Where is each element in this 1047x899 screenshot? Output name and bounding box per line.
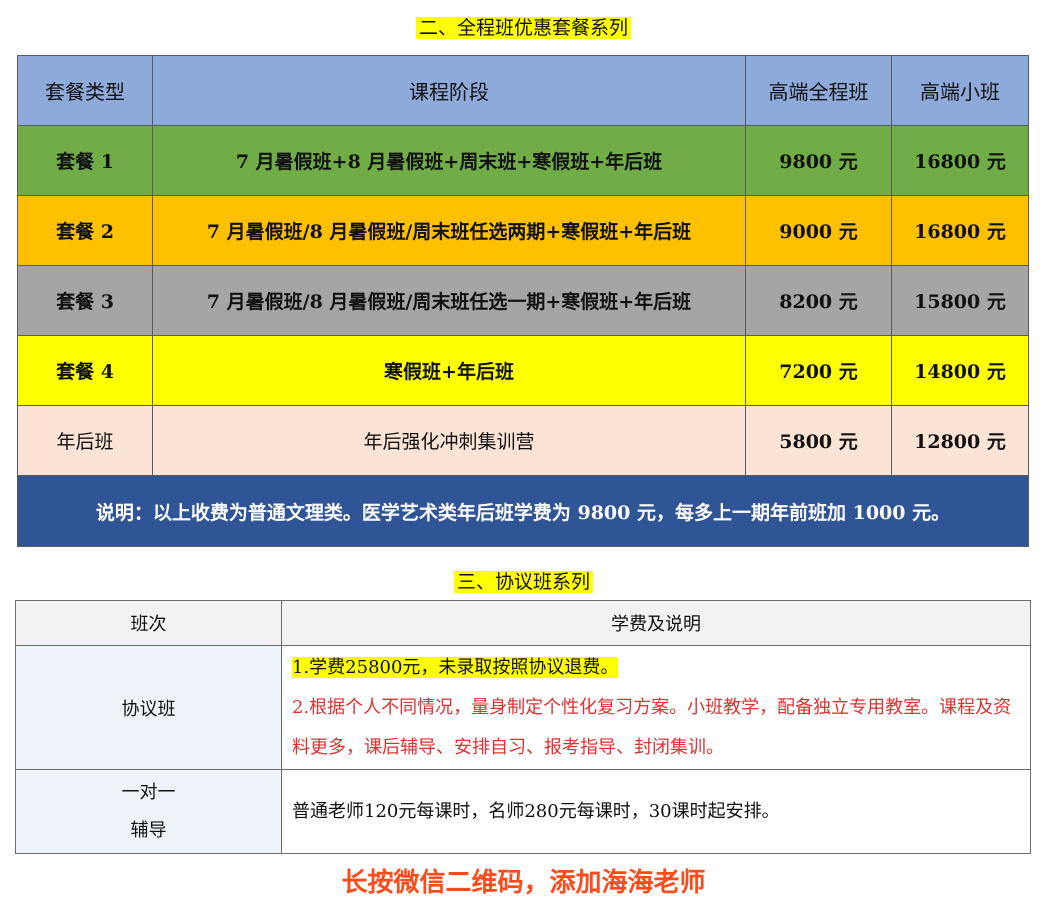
package-row: 套餐 3 7 月暑假班/8 月暑假班/周末班任选一期+寒假班+年后班 8200 … — [17, 265, 1029, 336]
protocol-table: 班次 学费及说明 协议班 1.学费25800元，未录取按照协议退费。 2.根据个… — [15, 600, 1031, 854]
package-type: 年后班 — [17, 405, 153, 476]
package-small-price: 12800 元 — [891, 405, 1029, 476]
package-row: 套餐 2 7 月暑假班/8 月暑假班/周末班任选两期+寒假班+年后班 9000 … — [17, 195, 1029, 266]
package-stages: 年后强化冲刺集训营 — [152, 405, 746, 476]
package-type: 套餐 2 — [17, 195, 153, 266]
package-note-row: 说明：以上收费为普通文理类。医学艺术类年后班学费为 9800 元，每多上一期年前… — [17, 475, 1029, 547]
package-small-price: 15800 元 — [891, 265, 1029, 336]
header-class: 班次 — [15, 600, 282, 646]
package-row: 套餐 1 7 月暑假班+8 月暑假班+周末班+寒假班+年后班 9800 元 16… — [17, 125, 1029, 196]
package-table: 套餐类型 课程阶段 高端全程班 高端小班 套餐 1 7 月暑假班+8 月暑假班+… — [17, 55, 1029, 547]
package-stages: 寒假班+年后班 — [152, 335, 746, 406]
package-note: 说明：以上收费为普通文理类。医学艺术类年后班学费为 9800 元，每多上一期年前… — [17, 475, 1029, 547]
package-stages: 7 月暑假班/8 月暑假班/周末班任选一期+寒假班+年后班 — [152, 265, 746, 336]
package-full-price: 9800 元 — [745, 125, 892, 196]
package-full-price: 9000 元 — [745, 195, 892, 266]
package-table-header: 套餐类型 课程阶段 高端全程班 高端小班 — [17, 55, 1029, 126]
package-small-price: 14800 元 — [891, 335, 1029, 406]
header-fee-desc: 学费及说明 — [281, 600, 1031, 646]
section-title-packages: 二、全程班优惠套餐系列 — [0, 13, 1047, 40]
package-type: 套餐 1 — [17, 125, 153, 196]
section-title-protocol: 三、协议班系列 — [0, 567, 1047, 594]
package-small-price: 16800 元 — [891, 195, 1029, 266]
package-small-price: 16800 元 — [891, 125, 1029, 196]
header-course-stages: 课程阶段 — [152, 55, 746, 126]
plan-line: 2.根据个人不同情况，量身制定个性化复习方案。小班教学，配备独立专用教室。课程及… — [292, 696, 1012, 758]
package-stages: 7 月暑假班/8 月暑假班/周末班任选两期+寒假班+年后班 — [152, 195, 746, 266]
package-type: 套餐 3 — [17, 265, 153, 336]
header-full-course: 高端全程班 — [745, 55, 892, 126]
package-full-price: 8200 元 — [745, 265, 892, 336]
protocol-row: 协议班 1.学费25800元，未录取按照协议退费。 2.根据个人不同情况，量身制… — [15, 645, 1031, 770]
package-type: 套餐 4 — [17, 335, 153, 406]
fee-line: 1.学费25800元，未录取按照协议退费。 — [292, 656, 619, 678]
footer-cta: 长按微信二维码，添加海海老师 — [341, 868, 706, 898]
header-small-class: 高端小班 — [891, 55, 1029, 126]
package-row: 套餐 4 寒假班+年后班 7200 元 14800 元 — [17, 335, 1029, 406]
header-package-type: 套餐类型 — [17, 55, 153, 126]
package-row: 年后班 年后强化冲刺集训营 5800 元 12800 元 — [17, 405, 1029, 476]
class-name: 协议班 — [15, 645, 282, 770]
package-full-price: 5800 元 — [745, 405, 892, 476]
package-full-price: 7200 元 — [745, 335, 892, 406]
class-name: 一对一 辅导 — [15, 769, 282, 854]
protocol-table-header: 班次 学费及说明 — [15, 600, 1031, 646]
class-description: 普通老师120元每课时，名师280元每课时，30课时起安排。 — [281, 769, 1031, 854]
package-stages: 7 月暑假班+8 月暑假班+周末班+寒假班+年后班 — [152, 125, 746, 196]
protocol-row: 一对一 辅导 普通老师120元每课时，名师280元每课时，30课时起安排。 — [15, 769, 1031, 854]
class-description: 1.学费25800元，未录取按照协议退费。 2.根据个人不同情况，量身制定个性化… — [281, 645, 1031, 770]
